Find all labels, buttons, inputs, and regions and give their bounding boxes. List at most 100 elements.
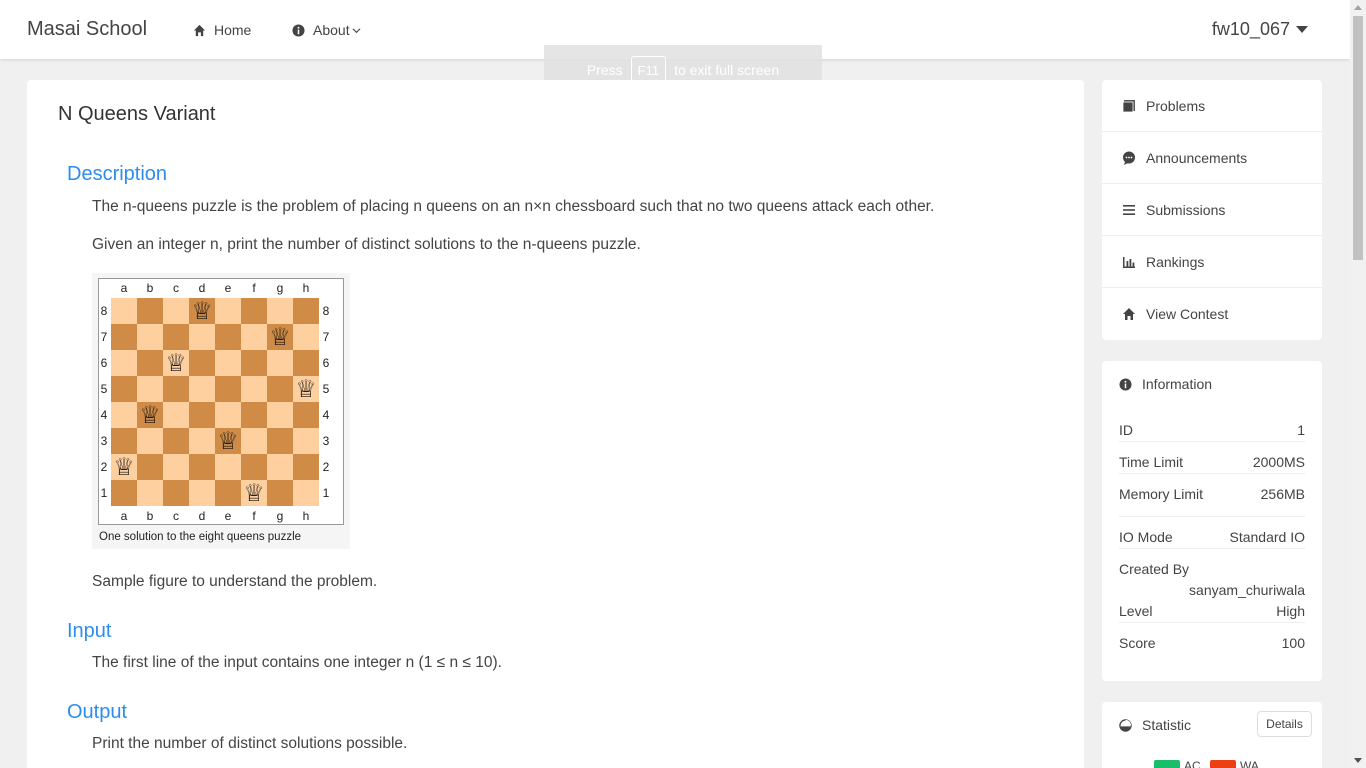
square-e1 — [215, 480, 241, 506]
problem-title: N Queens Variant — [58, 103, 216, 125]
queen-g7: ♕ — [269, 323, 291, 351]
queen-a2: ♕ — [113, 453, 135, 481]
queen-c6: ♕ — [165, 349, 187, 377]
square-b8 — [137, 298, 163, 324]
divider — [1119, 548, 1305, 549]
legend-wa-swatch — [1210, 760, 1236, 768]
square-b3 — [137, 428, 163, 454]
info-circle-icon — [1119, 377, 1132, 391]
info-value: Standard IO — [1229, 529, 1306, 545]
bar-chart-icon — [1123, 256, 1135, 268]
square-h3 — [293, 428, 319, 454]
rank-label-left: 5 — [101, 382, 108, 396]
legend-ac-swatch — [1154, 760, 1180, 768]
square-c1 — [163, 480, 189, 506]
file-label-top: h — [303, 281, 310, 295]
info-circle-icon — [292, 23, 305, 37]
file-label-top: g — [277, 281, 284, 295]
caret-down-icon — [1296, 26, 1308, 33]
file-label-top: e — [225, 281, 232, 295]
square-f4 — [241, 402, 267, 428]
description-heading: Description — [67, 163, 168, 185]
legend-wa: WA — [1210, 759, 1259, 768]
square-g2 — [267, 454, 293, 480]
scrollbar-thumb[interactable] — [1353, 16, 1363, 260]
square-f2 — [241, 454, 267, 480]
square-e7 — [215, 324, 241, 350]
book-icon — [1122, 99, 1135, 112]
square-b5 — [137, 376, 163, 402]
menu-item-announcements[interactable]: Announcements — [1102, 132, 1322, 184]
square-b6 — [137, 350, 163, 376]
queen-e3: ♕ — [217, 427, 239, 455]
divider — [1119, 622, 1305, 623]
menu-item-label: Problems — [1146, 97, 1206, 114]
rank-label-left: 1 — [101, 486, 108, 500]
file-label-top: d — [199, 281, 206, 295]
rank-label-right: 6 — [323, 356, 330, 370]
square-c2 — [163, 454, 189, 480]
square-a6 — [111, 350, 137, 376]
info-value: sanyam_churiwala — [1189, 582, 1305, 598]
file-label-bottom: h — [303, 509, 310, 523]
chat-icon — [1123, 151, 1135, 165]
square-a3 — [111, 428, 137, 454]
square-f6 — [241, 350, 267, 376]
square-g8 — [267, 298, 293, 324]
nav-about-label: About — [313, 22, 350, 38]
queen-h5: ♕ — [295, 375, 317, 403]
description-paragraph-1: The n-queens puzzle is the problem of pl… — [92, 198, 935, 215]
legend-wa-label: WA — [1240, 759, 1259, 768]
info-key: Time Limit — [1119, 454, 1184, 470]
brand-logo[interactable]: Masai School — [27, 18, 147, 41]
home-icon — [193, 24, 206, 36]
statistic-heading-label: Statistic — [1142, 717, 1192, 733]
rank-label-right: 5 — [323, 382, 330, 396]
square-d5 — [189, 376, 215, 402]
figure-caption: One solution to the eight queens puzzle — [99, 531, 302, 543]
statistic-heading: Statistic — [1119, 717, 1191, 733]
square-d4 — [189, 402, 215, 428]
user-menu[interactable]: fw10_067 — [1212, 19, 1308, 40]
info-value: 256MB — [1260, 486, 1305, 502]
square-g3 — [267, 428, 293, 454]
queen-d8: ♕ — [191, 297, 213, 325]
nav-about[interactable]: About — [292, 22, 361, 38]
menu-item-submissions[interactable]: Submissions — [1102, 184, 1322, 236]
legend-ac: AC — [1154, 759, 1201, 768]
file-label-bottom: d — [199, 509, 206, 523]
chevron-down-icon — [352, 27, 361, 33]
square-h1 — [293, 480, 319, 506]
square-f5 — [241, 376, 267, 402]
menu-item-rankings[interactable]: Rankings — [1102, 236, 1322, 288]
square-e4 — [215, 402, 241, 428]
username: fw10_067 — [1211, 19, 1290, 39]
square-c7 — [163, 324, 189, 350]
fullscreen-notice-before: Press — [586, 62, 623, 78]
legend-ac-label: AC — [1184, 759, 1201, 768]
rank-label-left: 7 — [101, 330, 108, 344]
output-heading: Output — [67, 701, 128, 723]
square-g4 — [267, 402, 293, 428]
square-h8 — [293, 298, 319, 324]
info-key: Created By — [1119, 561, 1190, 577]
square-c5 — [163, 376, 189, 402]
details-button[interactable]: Details — [1257, 711, 1312, 737]
info-value: High — [1276, 603, 1305, 619]
square-a5 — [111, 376, 137, 402]
menu-item-view-contest[interactable]: View Contest — [1102, 288, 1322, 340]
square-h2 — [293, 454, 319, 480]
scroll-up-arrow-icon[interactable] — [1354, 5, 1362, 10]
contest-menu: Problems Announcements Submissions Ranki… — [1102, 80, 1322, 340]
info-key: ID — [1119, 422, 1133, 438]
nav-home[interactable]: Home — [193, 22, 251, 38]
file-label-bottom: b — [147, 509, 154, 523]
info-key: Score — [1119, 635, 1156, 651]
file-label-top: b — [147, 281, 154, 295]
scroll-down-arrow-icon[interactable] — [1354, 758, 1362, 763]
page-scrollbar[interactable] — [1350, 0, 1366, 768]
pie-chart-icon — [1119, 718, 1132, 732]
square-e2 — [215, 454, 241, 480]
info-value: 100 — [1281, 635, 1305, 651]
menu-item-problems[interactable]: Problems — [1102, 80, 1322, 132]
